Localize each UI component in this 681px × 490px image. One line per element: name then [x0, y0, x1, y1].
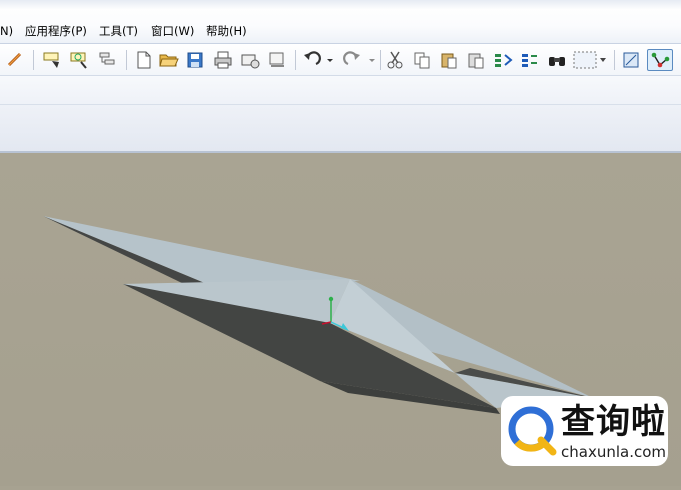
title-bar-edge [0, 0, 681, 10]
copy-icon[interactable] [411, 49, 433, 71]
new-file-icon[interactable] [133, 49, 155, 71]
toolbar-separator [126, 50, 127, 70]
close-window-icon[interactable] [266, 49, 288, 71]
paste-icon[interactable] [438, 49, 460, 71]
undo-icon[interactable] [301, 49, 335, 71]
toolbar-separator [295, 50, 296, 70]
find-icon[interactable] [546, 49, 568, 71]
menu-item-window[interactable]: 窗口(W) [151, 23, 194, 39]
back-wing-face [43, 216, 360, 284]
menu-item-partial[interactable]: N) [0, 23, 13, 39]
watermark-badge: 查询啦 chaxunla.com [501, 396, 668, 466]
redo-icon[interactable] [341, 49, 377, 71]
ribbon-area [0, 76, 681, 153]
toolbar-separator [380, 50, 381, 70]
link-icon[interactable] [4, 49, 26, 71]
save-icon[interactable] [184, 49, 206, 71]
menu-item-help[interactable]: 帮助(H) [206, 23, 247, 39]
y-axis-marker [328, 296, 334, 302]
main-toolbar [0, 44, 681, 76]
regenerate-manager-icon[interactable] [519, 49, 541, 71]
paste-special-icon[interactable] [465, 49, 487, 71]
send-mail-icon[interactable] [239, 49, 261, 71]
menu-item-applications[interactable]: 应用程序(P) [25, 23, 87, 39]
open-folder-icon[interactable] [158, 49, 180, 71]
toolbar-separator [614, 50, 615, 70]
menu-bar: N) 应用程序(P) 工具(T) 窗口(W) 帮助(H) [0, 0, 681, 44]
select-tool-icon[interactable] [41, 49, 65, 71]
view-window-icon[interactable] [620, 49, 642, 71]
toolbar-separator [33, 50, 34, 70]
menu-item-tools[interactable]: 工具(T) [99, 23, 138, 39]
filter-tool-icon[interactable] [68, 49, 92, 71]
tree-tool-icon[interactable] [96, 49, 120, 71]
datum-display-icon[interactable] [647, 49, 673, 71]
regenerate-icon[interactable] [492, 49, 514, 71]
print-icon[interactable] [212, 49, 234, 71]
magnifier-logo-icon [508, 406, 557, 456]
selection-box-icon[interactable] [571, 49, 609, 71]
ribbon-divider [0, 104, 681, 105]
cut-icon[interactable] [384, 49, 406, 71]
watermark-title: 查询啦 [561, 402, 666, 442]
watermark-subtitle: chaxunla.com [561, 443, 666, 461]
